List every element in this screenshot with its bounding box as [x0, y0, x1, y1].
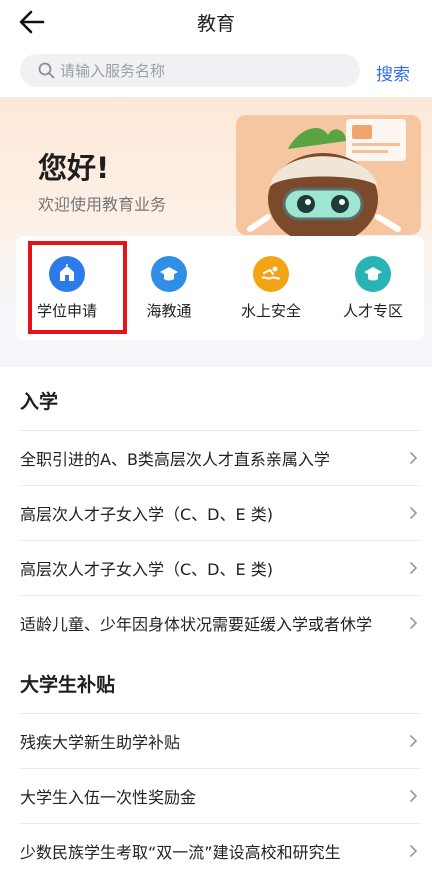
chevron-right-icon — [409, 451, 418, 465]
graduation-cap-icon — [151, 256, 187, 292]
quick-item-label: 海教通 — [146, 302, 192, 320]
quick-item-talent-zone[interactable]: 人才专区 — [322, 236, 424, 340]
list-item-label: 残疾大学新生助学补贴 — [20, 733, 181, 752]
list-item[interactable]: 残疾大学新生助学补贴 — [20, 713, 420, 768]
chevron-right-icon — [409, 844, 418, 858]
list-item-label: 全职引进的A、B类高层次人才直系亲属入学 — [20, 450, 330, 469]
highlight-box — [28, 241, 127, 334]
search-row: 搜索 — [0, 44, 432, 100]
list-item[interactable]: 少数民族学生考取“双一流”建设高校和研究生 — [20, 823, 420, 878]
list-item[interactable]: 全职引进的A、B类高层次人才直系亲属入学 — [20, 430, 420, 485]
top-bar: 教育 — [0, 0, 432, 44]
section-title-student-subsidy: 大学生补贴 — [20, 674, 116, 696]
search-box[interactable] — [20, 54, 360, 87]
list-item-label: 高层次人才子女入学（C、D、E 类) — [20, 560, 273, 579]
list-item-label: 少数民族学生考取“双一流”建设高校和研究生 — [20, 843, 341, 862]
search-button[interactable]: 搜索 — [376, 60, 410, 85]
quick-item-label: 水上安全 — [240, 302, 301, 320]
graduation-cap-icon — [355, 256, 391, 292]
quick-item-water-safety[interactable]: 水上安全 — [220, 236, 322, 340]
list-item-label: 高层次人才子女入学（C、D、E 类) — [20, 505, 273, 524]
list-item[interactable]: 适龄儿童、少年因身体状况需要延缓入学或者休学 — [20, 595, 420, 650]
chevron-right-icon — [409, 616, 418, 630]
section-title-enrollment: 入学 — [20, 391, 59, 413]
list-item[interactable]: 高层次人才子女入学（C、D、E 类) — [20, 540, 420, 595]
coconut-mascot-illustration — [236, 115, 421, 245]
welcome-text: 欢迎使用教育业务 — [38, 195, 167, 214]
list-item[interactable]: 大学生入伍一次性奖励金 — [20, 768, 420, 823]
list-item-label: 适龄儿童、少年因身体状况需要延缓入学或者休学 — [20, 615, 373, 634]
greeting: 您好! — [38, 151, 110, 185]
quick-item-label: 人才专区 — [342, 302, 403, 320]
search-input[interactable] — [60, 54, 350, 87]
chevron-right-icon — [409, 734, 418, 748]
chevron-right-icon — [409, 506, 418, 520]
chevron-right-icon — [409, 561, 418, 575]
swimmer-icon — [253, 256, 289, 292]
list-item-label: 大学生入伍一次性奖励金 — [20, 788, 197, 807]
quick-item-hai-jiao-tong[interactable]: 海教通 — [118, 236, 220, 340]
list-item[interactable]: 高层次人才子女入学（C、D、E 类) — [20, 485, 420, 540]
search-icon — [38, 62, 55, 79]
page-title: 教育 — [196, 13, 235, 35]
chevron-right-icon — [409, 789, 418, 803]
